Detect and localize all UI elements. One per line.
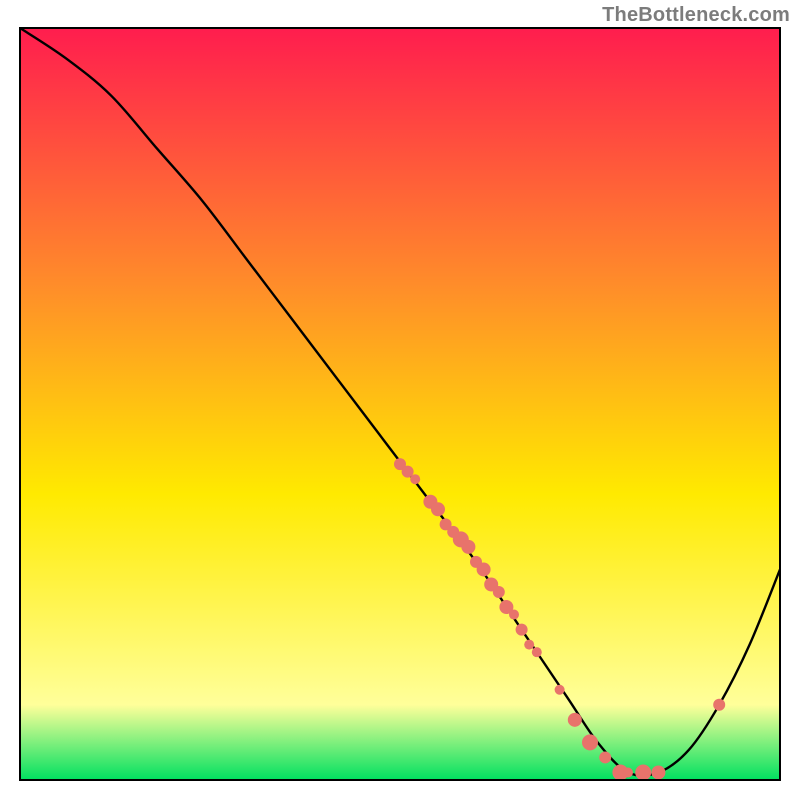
data-point	[431, 502, 445, 516]
bottleneck-chart	[0, 0, 800, 800]
data-point	[524, 640, 534, 650]
data-point	[477, 562, 491, 576]
data-point	[461, 540, 475, 554]
data-point	[623, 767, 633, 777]
data-point	[516, 624, 528, 636]
gradient-background	[20, 28, 780, 780]
data-point	[532, 647, 542, 657]
data-point	[568, 713, 582, 727]
data-point	[410, 474, 420, 484]
data-point	[582, 734, 598, 750]
data-point	[651, 765, 665, 779]
data-point	[599, 751, 611, 763]
data-point	[555, 685, 565, 695]
data-point	[635, 764, 651, 780]
data-point	[493, 586, 505, 598]
data-point	[713, 699, 725, 711]
data-point	[509, 610, 519, 620]
